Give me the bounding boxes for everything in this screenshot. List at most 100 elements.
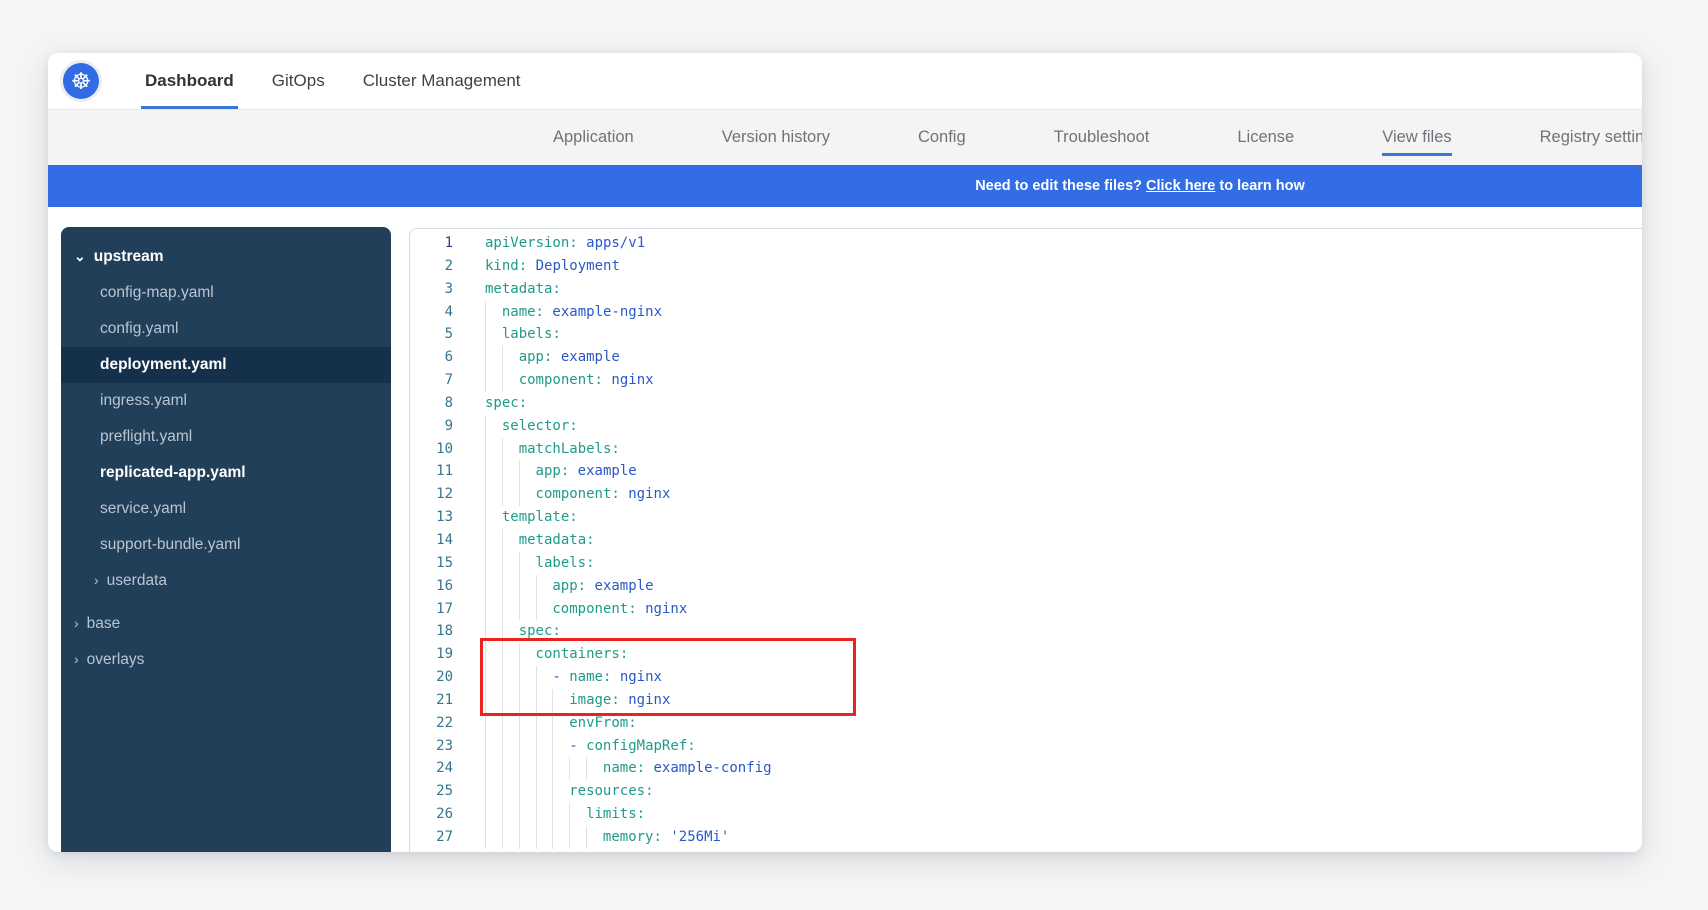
indent-guide (485, 803, 502, 826)
indent-guide (485, 301, 502, 324)
code-line: 6app: example (410, 346, 1642, 369)
indent-guide (485, 598, 502, 621)
yaml-value: nginx (611, 669, 662, 685)
code-line: 4name: example-nginx (410, 301, 1642, 324)
indent-guide (485, 666, 502, 689)
kubernetes-logo-icon: ☸ (63, 63, 99, 99)
indent-guide (485, 780, 502, 803)
app-tabs: Application Version history Config Troubles… (48, 110, 1642, 165)
tab-version-history[interactable]: Version history (722, 110, 830, 165)
file-editor-panel[interactable]: 1apiVersion: apps/v12kind: Deployment3me… (409, 228, 1642, 852)
indent-guide (502, 346, 519, 369)
top-tab-dashboard[interactable]: Dashboard (145, 53, 234, 109)
line-number: 19 (410, 643, 453, 666)
indent-guide (502, 483, 519, 506)
tab-troubleshoot[interactable]: Troubleshoot (1054, 110, 1150, 165)
code-line: 17component: nginx (410, 598, 1642, 621)
tree-item-label: replicated-app.yaml (100, 464, 246, 482)
line-number: 17 (410, 598, 453, 621)
yaml-key: memory: (603, 829, 662, 845)
indent-guide (536, 666, 553, 689)
line-number: 22 (410, 712, 453, 735)
code-line: 26limits: (410, 803, 1642, 826)
tree-item-ingress-yaml[interactable]: ingress.yaml (61, 383, 391, 419)
code-line: 14metadata: (410, 529, 1642, 552)
tab-application[interactable]: Application (553, 110, 634, 165)
tree-item-upstream[interactable]: ⌄ upstream (61, 239, 391, 275)
indent-guide (552, 712, 569, 735)
indent-guide (502, 826, 519, 849)
code-text: app: example (453, 346, 1642, 369)
indent-guide (502, 460, 519, 483)
banner-text-prefix: Need to edit these files? (975, 178, 1146, 194)
code-line: 10matchLabels: (410, 438, 1642, 461)
code-text: component: nginx (453, 598, 1642, 621)
tab-config[interactable]: Config (918, 110, 966, 165)
tree-item-replicated-app-yaml[interactable]: replicated-app.yaml (61, 455, 391, 491)
yaml-value: nginx (603, 372, 654, 388)
top-tab-gitops[interactable]: GitOps (272, 53, 325, 109)
indent-guide (519, 712, 536, 735)
chevron-down-icon: ⌄ (74, 249, 86, 263)
code-text: app: example (453, 575, 1642, 598)
top-tab-cluster-management[interactable]: Cluster Management (363, 53, 521, 109)
indent-guide (502, 689, 519, 712)
line-number: 10 (410, 438, 453, 461)
line-number: 12 (410, 483, 453, 506)
yaml-key: app: (536, 463, 570, 479)
tree-item-userdata[interactable]: ›userdata (61, 563, 391, 599)
indent-guide (502, 552, 519, 575)
tree-item-preflight-yaml[interactable]: preflight.yaml (61, 419, 391, 455)
line-number: 18 (410, 620, 453, 643)
code-text: - name: nginx (453, 666, 1642, 689)
indent-guide (519, 666, 536, 689)
code-text: name: example-config (453, 757, 1642, 780)
indent-guide (502, 757, 519, 780)
code-line: 23- configMapRef: (410, 735, 1642, 758)
app-tab-bar: Application Version history Config Troubles… (48, 110, 1642, 165)
tree-item-service-yaml[interactable]: service.yaml (61, 491, 391, 527)
click-here-link[interactable]: Click here (1146, 178, 1215, 194)
tree-item-base[interactable]: › base (61, 606, 391, 642)
code-text: metadata: (453, 529, 1642, 552)
tree-item-label: base (87, 615, 121, 633)
code-line: 21image: nginx (410, 689, 1642, 712)
code-text: kind: Deployment (453, 255, 1642, 278)
indent-guide (536, 757, 553, 780)
line-number: 6 (410, 346, 453, 369)
line-number: 20 (410, 666, 453, 689)
indent-guide (502, 438, 519, 461)
indent-guide (485, 689, 502, 712)
top-nav-tabs: Dashboard GitOps Cluster Management (145, 53, 521, 109)
yaml-value: example-nginx (544, 304, 662, 320)
indent-guide (552, 826, 569, 849)
indent-guide (519, 575, 536, 598)
yaml-value: apps/v1 (578, 235, 645, 251)
line-number: 16 (410, 575, 453, 598)
yaml-value: example (569, 463, 636, 479)
tree-item-overlays[interactable]: ›overlays (61, 642, 391, 678)
tree-item-deployment-yaml[interactable]: deployment.yaml (61, 347, 391, 383)
tree-item-support-bundle-yaml[interactable]: support-bundle.yaml (61, 527, 391, 563)
indent-guide (569, 826, 586, 849)
chevron-right-icon: › (74, 616, 79, 630)
indent-guide (502, 712, 519, 735)
code-line: 2kind: Deployment (410, 255, 1642, 278)
indent-guide (485, 460, 502, 483)
indent-guide (502, 643, 519, 666)
code-line: 12component: nginx (410, 483, 1642, 506)
code-line: 20- name: nginx (410, 666, 1642, 689)
code-text: component: nginx (453, 369, 1642, 392)
yaml-key: resources: (569, 783, 653, 799)
tree-item-config-map-yaml[interactable]: config-map.yaml (61, 275, 391, 311)
code-line: 5labels: (410, 323, 1642, 346)
indent-guide (536, 780, 553, 803)
tree-item-label: upstream (94, 248, 164, 266)
tab-registry-settings[interactable]: Registry settings (1540, 110, 1642, 165)
tab-license[interactable]: License (1237, 110, 1294, 165)
tree-item-config-yaml[interactable]: config.yaml (61, 311, 391, 347)
tab-view-files[interactable]: View files (1382, 110, 1451, 165)
indent-guide (569, 757, 586, 780)
indent-guide (502, 780, 519, 803)
chevron-right-icon: › (74, 652, 79, 666)
